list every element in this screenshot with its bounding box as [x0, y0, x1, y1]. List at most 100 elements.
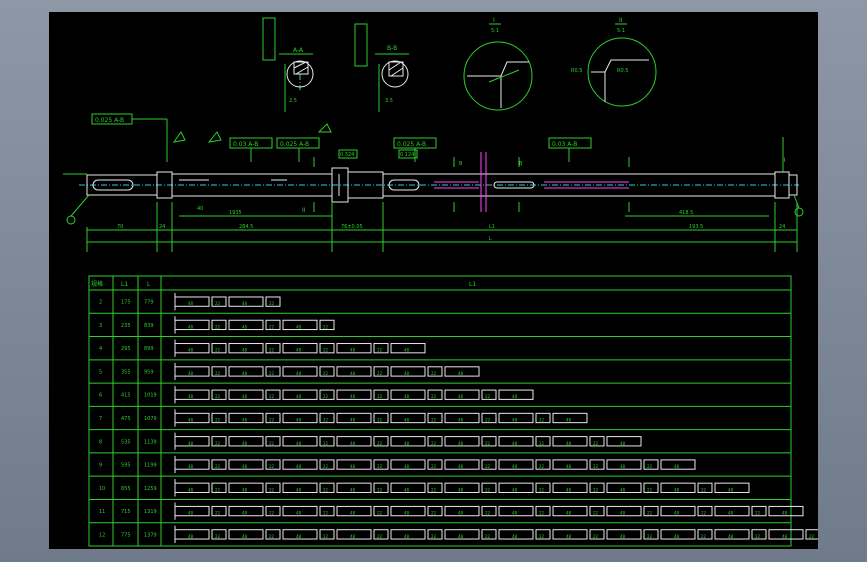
svg-text:0.025 A-B: 0.025 A-B [95, 117, 124, 124]
segment-label: 22 [539, 511, 545, 516]
segment-label: 48 [350, 394, 356, 399]
segment-label: 22 [701, 511, 707, 516]
segment-label: 22 [269, 301, 275, 306]
segment-label: 48 [350, 534, 356, 539]
segment-label: 22 [215, 348, 221, 353]
svg-text:I: I [493, 17, 495, 24]
spec-table-rows: 2 175 779 48 22 48 223 235 839 48 22 48 22 48 224 295 89… [89, 293, 818, 543]
table-cell-l: 899 [144, 346, 154, 352]
segment-label: 22 [647, 464, 653, 469]
segment-label: 22 [215, 511, 221, 516]
segment-label: 48 [674, 534, 680, 539]
svg-text:II: II [619, 17, 623, 24]
segment-label: 48 [296, 487, 302, 492]
segment-label: 48 [188, 441, 194, 446]
table-cell-l1: 595 [121, 463, 131, 469]
shaft-part [79, 152, 799, 212]
segment-label: 48 [458, 487, 464, 492]
segment-label: 48 [782, 534, 788, 539]
segment-label: 48 [296, 417, 302, 422]
segment-label: 22 [539, 441, 545, 446]
table-cell-spec: 9 [99, 463, 102, 469]
svg-text:3.5: 3.5 [385, 98, 393, 104]
segment-label: 48 [242, 301, 248, 306]
segment-label: 48 [296, 464, 302, 469]
segment-label: 22 [485, 441, 491, 446]
segment-label: 22 [431, 394, 437, 399]
segment-label: 48 [404, 511, 410, 516]
segment-label: 48 [188, 301, 194, 306]
segment-label: 22 [539, 417, 545, 422]
segment-label: 22 [593, 487, 599, 492]
segment-label: 48 [404, 464, 410, 469]
svg-text:R0.5: R0.5 [617, 68, 628, 74]
table-header-l1: L1 [121, 281, 128, 288]
svg-text:0.03 A-B: 0.03 A-B [552, 141, 577, 148]
segment-label: 48 [728, 487, 734, 492]
segment-label: 48 [188, 487, 194, 492]
table-cell-l: 1019 [144, 393, 157, 399]
segment-label: 48 [404, 394, 410, 399]
svg-text:2.5: 2.5 [289, 98, 297, 104]
segment-label: 22 [269, 534, 275, 539]
segment-label: 22 [215, 394, 221, 399]
segment-label: 48 [188, 324, 194, 329]
segment-label: 48 [512, 394, 518, 399]
segment-label: 48 [188, 534, 194, 539]
segment-label: 22 [215, 371, 221, 376]
table-cell-l1: 355 [121, 369, 131, 375]
svg-text:40: 40 [197, 206, 203, 212]
segment-label: 48 [242, 534, 248, 539]
segment-label: 48 [350, 371, 356, 376]
segment-label: 48 [242, 371, 248, 376]
table-cell-l1: 295 [121, 346, 131, 352]
detail-view-2: II 5:1 R0.5 R0.5 [571, 17, 657, 107]
segment-label: 48 [566, 534, 572, 539]
table-cell-spec: 10 [99, 486, 105, 492]
cad-viewport[interactable]: A-A 2.5 B-B 3.5 I 5:1 II 5:1 R0.5 R0.5 0… [49, 12, 818, 549]
segment-label: 22 [323, 487, 329, 492]
segment-label: 48 [458, 534, 464, 539]
svg-text:B: B [459, 161, 463, 167]
table-cell-spec: 11 [99, 509, 105, 515]
segment-label: 48 [296, 511, 302, 516]
table-cell-l: 839 [144, 323, 154, 329]
segment-label: 22 [269, 324, 275, 329]
svg-text:B: B [519, 161, 523, 167]
table-header-l1-wide: L1 [469, 281, 476, 288]
segment-label: 22 [539, 487, 545, 492]
segment-label: 48 [404, 487, 410, 492]
table-header-spec: 规格 [91, 280, 103, 288]
svg-text:418.5: 418.5 [679, 210, 693, 216]
segment-label: 48 [458, 371, 464, 376]
segment-label: 48 [296, 348, 302, 353]
segment-label: 48 [242, 464, 248, 469]
svg-text:II: II [302, 207, 306, 214]
segment-label: 48 [566, 464, 572, 469]
segment-label: 22 [215, 417, 221, 422]
segment-label: 48 [242, 348, 248, 353]
segment-label: 48 [458, 394, 464, 399]
segment-label: 22 [431, 464, 437, 469]
spec-table: 规格 L1 L L1 [88, 275, 792, 547]
table-cell-spec: 2 [99, 300, 102, 306]
segment-label: 48 [404, 441, 410, 446]
segment-label: 48 [566, 487, 572, 492]
segment-label: 22 [323, 464, 329, 469]
segment-label: 22 [431, 511, 437, 516]
segment-label: 22 [377, 487, 383, 492]
table-cell-spec: 12 [99, 532, 105, 538]
segment-label: 22 [377, 511, 383, 516]
segment-label: 48 [458, 417, 464, 422]
segment-label: 48 [350, 511, 356, 516]
segment-label: 22 [431, 534, 437, 539]
detail-view-1: I 5:1 [463, 17, 533, 111]
svg-text:0.124: 0.124 [400, 152, 414, 158]
segment-label: 48 [620, 534, 626, 539]
segment-label: 48 [350, 417, 356, 422]
segment-label: 48 [242, 417, 248, 422]
segment-label: 48 [188, 464, 194, 469]
segment-label: 22 [755, 534, 761, 539]
segment-label: 22 [431, 487, 437, 492]
segment-label: 22 [485, 534, 491, 539]
